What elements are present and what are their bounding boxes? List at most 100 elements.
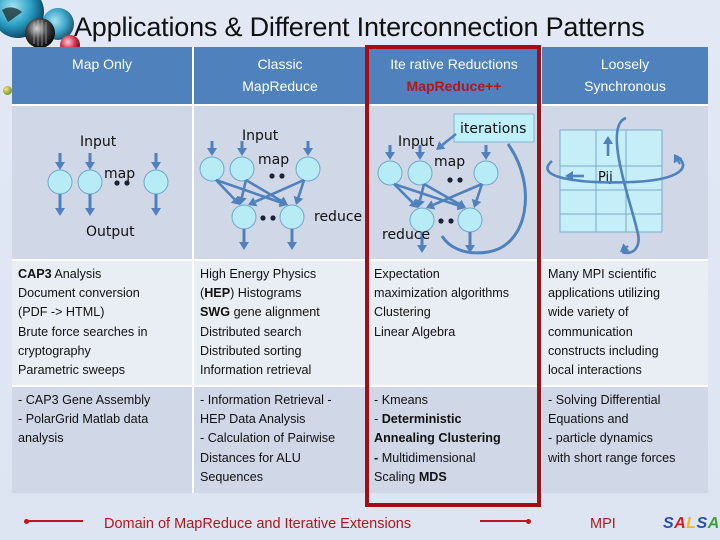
example-line: Information retrieval: [200, 361, 360, 380]
text-segment: - Kmeans: [374, 393, 428, 407]
page-title: Applications & Different Interconnection…: [74, 12, 645, 42]
text-segment: Brute force searches in: [18, 324, 148, 339]
example-line: Clustering: [374, 303, 534, 322]
patterns-table: Map Only Input map Output CAP3 Analysis Docum…: [12, 47, 708, 493]
pattern-diagram-classic-mapreduce: Input map reduce: [194, 106, 366, 259]
example-line: Parametric sweeps: [18, 361, 186, 380]
column-header-classic-mapreduce: Classic MapReduce: [194, 47, 366, 104]
salsa-applications-loosely-synchronous: - Solving Differential Equations and - par…: [542, 387, 708, 493]
legend-right-arrow-line: [480, 520, 528, 522]
text-segment: Linear Algebra: [374, 324, 456, 339]
input-arrow: [55, 153, 65, 170]
text-segment: gene alignment: [230, 305, 320, 320]
map-ellipsis: [269, 173, 285, 179]
text-segment: Document conversion: [18, 286, 140, 301]
application-examples-map-only: CAP3 Analysis Document conversion (PDF -> …: [12, 261, 192, 385]
salsa-applications-classic-mapreduce: - Information Retrieval - HEP Data Analys…: [194, 387, 366, 493]
text-segment: constructs including: [548, 343, 659, 358]
text-segment: Parametric sweeps: [18, 363, 126, 378]
output-label: Output: [86, 224, 135, 240]
iterations-arrow: [436, 132, 457, 150]
output-arrow: [85, 194, 95, 216]
map-node: [229, 156, 255, 182]
column-header-line: Synchronous: [584, 78, 666, 94]
vertical-loop-head: [620, 243, 630, 252]
salsa-logo-letter: L: [686, 515, 697, 532]
example-line: - Multidimensional: [374, 449, 534, 468]
example-line: HEP Data Analysis: [200, 410, 360, 429]
bold-text: Deterministic: [381, 412, 462, 427]
output-arrow: [55, 194, 65, 216]
legend-right-arrow-dot: [526, 519, 531, 524]
reduce-node: [457, 207, 483, 233]
text-segment: local interactions: [548, 363, 642, 378]
text-segment: - particle dynamics: [548, 431, 653, 446]
map-node: [377, 160, 403, 186]
bold-text: Annealing Clustering: [374, 431, 501, 446]
example-line: - Information Retrieval -: [200, 391, 360, 410]
example-line: maximization algorithms: [374, 284, 534, 303]
example-line: Equations and: [548, 410, 702, 429]
text-segment: HEP Data Analysis: [200, 412, 306, 427]
input-arrow: [303, 141, 313, 156]
example-line: High Energy Physics: [200, 265, 360, 284]
text-segment: (PDF -> HTML): [18, 305, 105, 320]
input-label: Input: [80, 134, 117, 150]
example-line: Sequences: [200, 468, 360, 487]
salsa-logo: SALSA: [663, 515, 720, 533]
example-line: - Kmeans: [374, 391, 534, 410]
output-arrow: [465, 232, 475, 253]
input-arrow: [207, 141, 217, 156]
reduce-node: [231, 204, 257, 230]
example-line: - Solving Differential: [548, 391, 702, 410]
text-segment: - Information Retrieval -: [200, 393, 332, 407]
salsa-logo-letter: S: [663, 515, 675, 532]
map-node: [77, 169, 103, 195]
example-line: Annealing Clustering: [374, 429, 534, 448]
diagram-svg: Input map reduce: [199, 128, 362, 250]
pattern-diagram-map-only: Input map Output: [12, 106, 192, 259]
example-line: CAP3 Analysis: [18, 265, 186, 284]
text-segment: ) Histograms: [230, 286, 302, 301]
text-segment: Sequences: [200, 469, 264, 484]
text-segment: - Solving Differential: [548, 393, 661, 407]
column-header-line: Loosely: [600, 56, 650, 72]
text-segment: - PolarGrid Matlab data: [18, 412, 149, 427]
example-line: Expectation: [374, 265, 534, 284]
example-line: Distributed search: [200, 323, 360, 342]
input-arrow: [151, 153, 161, 170]
example-line: cryptography: [18, 342, 186, 361]
legend-left-arrow-line: [26, 520, 83, 522]
map-ellipsis: [447, 177, 463, 183]
column-header-iterative-reductions: Ite rative Reductions MapReduce++: [368, 47, 540, 104]
bold-text: SWG: [200, 305, 231, 320]
map-label: map: [434, 154, 465, 170]
application-examples-loosely-synchronous: Many MPI scientific applications utilizin…: [542, 261, 708, 385]
text-segment: High Energy Physics: [200, 267, 317, 281]
column-header-line: Map Only: [72, 56, 132, 72]
column-header-line: Ite rative Reductions: [390, 56, 518, 72]
text-segment: Analysis: [51, 267, 102, 281]
reduce-label: reduce: [314, 209, 362, 225]
reduce-node: [279, 204, 305, 230]
text-segment: Information retrieval: [200, 363, 312, 378]
pattern-diagram-loosely-synchronous: Pij: [542, 106, 708, 259]
text-segment: communication: [548, 324, 633, 339]
text-segment: Scaling: [374, 469, 419, 484]
application-examples-classic-mapreduce: High Energy Physics (HEP) Histograms SWG g…: [194, 261, 366, 385]
map-label: map: [258, 152, 289, 168]
map-node: [407, 160, 433, 186]
text-segment: Equations and: [548, 412, 629, 427]
text-segment: analysis: [18, 431, 64, 446]
example-line: analysis: [18, 429, 186, 448]
example-line: wide variety of: [548, 303, 702, 322]
example-line: Brute force searches in: [18, 323, 186, 342]
text-segment: with short range forces: [548, 450, 676, 465]
example-line: SWG gene alignment: [200, 303, 360, 322]
column-header-loosely-synchronous: Loosely Synchronous: [542, 47, 708, 104]
input-label: Input: [242, 128, 279, 144]
small-globe-icon: [3, 86, 12, 95]
map-node: [473, 160, 499, 186]
text-segment: Multidimensional: [378, 450, 476, 465]
output-arrow: [287, 229, 297, 250]
